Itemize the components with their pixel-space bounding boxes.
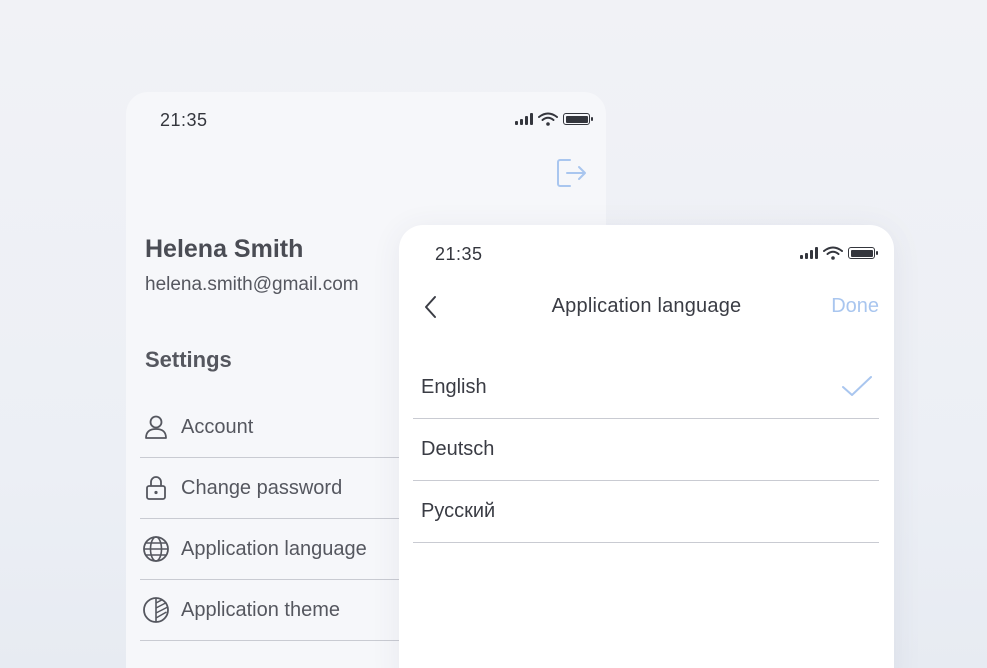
battery-icon xyxy=(848,247,878,259)
done-button[interactable]: Done xyxy=(831,295,879,318)
settings-item-label: Change password xyxy=(181,476,343,499)
nav-bar: Application language Done xyxy=(399,287,894,327)
profile-email: helena.smith@gmail.com xyxy=(145,274,359,295)
logout-icon[interactable] xyxy=(554,156,588,190)
status-icons xyxy=(800,246,878,260)
settings-item-label: Application theme xyxy=(181,598,340,621)
settings-item-label: Account xyxy=(181,415,254,438)
stage: 21:35 Helena Smith helena.smith@gmail.co… xyxy=(0,0,987,668)
settings-item-application-theme[interactable]: Application theme xyxy=(140,580,402,641)
settings-item-application-language[interactable]: Application language xyxy=(140,519,402,580)
checkmark-icon xyxy=(842,376,872,396)
wifi-icon xyxy=(823,246,843,260)
settings-heading: Settings xyxy=(145,347,232,372)
user-icon xyxy=(140,413,172,441)
language-label: Deutsch xyxy=(421,438,495,460)
globe-icon xyxy=(140,535,172,563)
lock-icon xyxy=(140,474,172,502)
settings-list: Account Change password Application lang… xyxy=(140,397,402,641)
status-bar: 21:35 xyxy=(435,243,878,264)
language-option-english[interactable]: English xyxy=(413,357,879,419)
status-time: 21:35 xyxy=(435,243,483,264)
language-list: English Deutsch Русский xyxy=(413,357,879,543)
profile-name: Helena Smith xyxy=(145,235,304,263)
language-label: English xyxy=(421,376,487,398)
language-screen: 21:35 Application language Done English … xyxy=(399,225,894,668)
status-bar: 21:35 xyxy=(160,109,593,130)
settings-item-label: Application language xyxy=(181,537,367,560)
theme-icon xyxy=(140,596,172,624)
page-title: Application language xyxy=(551,295,742,317)
battery-icon xyxy=(563,113,593,125)
wifi-icon xyxy=(538,112,558,126)
language-option-russian[interactable]: Русский xyxy=(413,481,879,543)
status-icons xyxy=(515,112,593,126)
signal-icon xyxy=(800,247,818,259)
language-option-deutsch[interactable]: Deutsch xyxy=(413,419,879,481)
language-label: Русский xyxy=(421,500,496,522)
signal-icon xyxy=(515,113,533,125)
settings-item-account[interactable]: Account xyxy=(140,397,402,458)
status-time: 21:35 xyxy=(160,109,208,130)
settings-item-change-password[interactable]: Change password xyxy=(140,458,402,519)
